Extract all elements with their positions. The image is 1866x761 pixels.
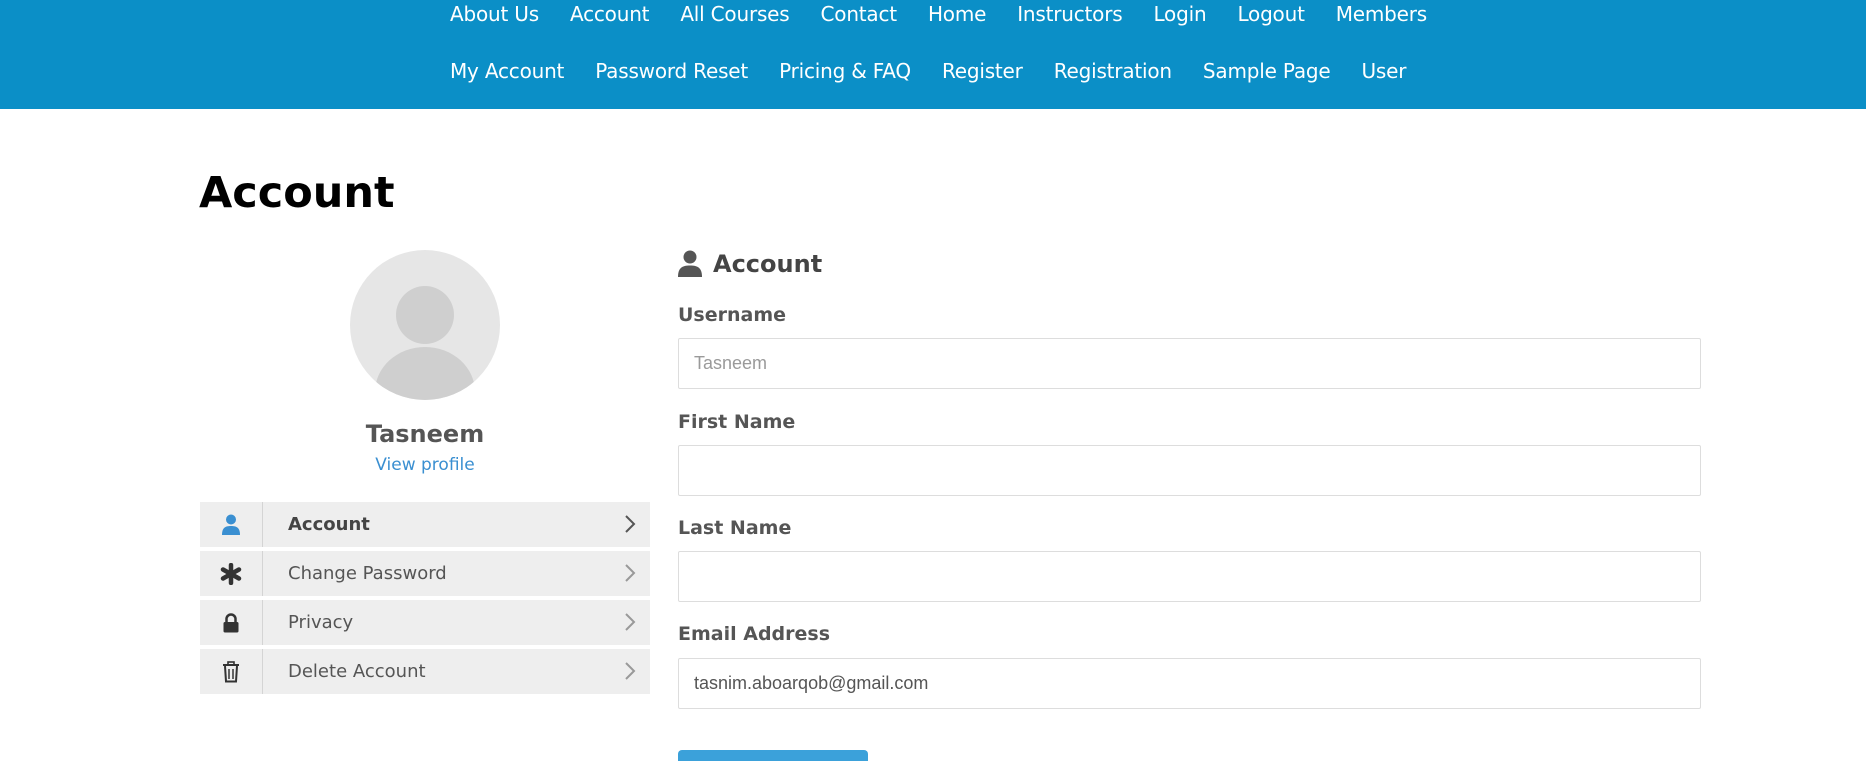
side-menu-item-delete-account[interactable]: Delete Account xyxy=(200,649,650,694)
side-menu-item-account[interactable]: Account xyxy=(200,502,650,547)
user-icon xyxy=(678,250,702,277)
side-menu-label-change-password: Change Password xyxy=(288,563,447,584)
nav-link-password-reset[interactable]: Password Reset xyxy=(595,57,748,85)
nav-link-pricing-faq[interactable]: Pricing & FAQ xyxy=(779,57,911,85)
side-menu-item-privacy[interactable]: Privacy xyxy=(200,600,650,645)
asterisk-icon xyxy=(200,551,263,596)
chevron-right-icon xyxy=(625,515,636,533)
user-icon xyxy=(200,502,263,547)
nav-link-home[interactable]: Home xyxy=(928,0,986,28)
side-menu-item-change-password[interactable]: Change Password xyxy=(200,551,650,596)
form-heading: Account xyxy=(678,250,822,278)
nav-link-register[interactable]: Register xyxy=(942,57,1023,85)
nav-link-account[interactable]: Account xyxy=(570,0,650,28)
account-side-menu: Account Change Password Privacy Delete A… xyxy=(200,502,650,698)
last-name-field[interactable] xyxy=(678,551,1701,602)
first-name-field[interactable] xyxy=(678,445,1701,496)
email-label: Email Address xyxy=(678,623,831,645)
username-field[interactable] xyxy=(678,338,1701,389)
nav-link-sample-page[interactable]: Sample Page xyxy=(1203,57,1331,85)
profile-name: Tasneem xyxy=(365,420,485,448)
username-label: Username xyxy=(678,304,787,326)
last-name-label: Last Name xyxy=(678,517,792,539)
nav-row-1: About Us Account All Courses Contact Hom… xyxy=(450,0,1458,28)
nav-row-2: My Account Password Reset Pricing & FAQ … xyxy=(450,57,1437,85)
avatar-head xyxy=(396,286,454,344)
nav-link-user[interactable]: User xyxy=(1361,57,1406,85)
top-navigation: About Us Account All Courses Contact Hom… xyxy=(0,0,1866,109)
nav-link-contact[interactable]: Contact xyxy=(821,0,898,28)
form-heading-title: Account xyxy=(713,250,823,278)
first-name-label: First Name xyxy=(678,411,796,433)
nav-link-all-courses[interactable]: All Courses xyxy=(680,0,789,28)
chevron-right-icon xyxy=(625,564,636,582)
email-field[interactable] xyxy=(678,658,1701,709)
page-title: Account xyxy=(199,168,395,218)
nav-link-members[interactable]: Members xyxy=(1336,0,1427,28)
side-menu-label-account: Account xyxy=(288,514,370,535)
avatar-body xyxy=(375,347,475,400)
view-profile-link[interactable]: View profile xyxy=(200,455,650,475)
chevron-right-icon xyxy=(625,662,636,680)
lock-icon xyxy=(200,600,263,645)
side-menu-label-delete-account: Delete Account xyxy=(288,661,426,682)
nav-link-registration[interactable]: Registration xyxy=(1054,57,1172,85)
side-menu-label-privacy: Privacy xyxy=(288,612,354,633)
nav-link-instructors[interactable]: Instructors xyxy=(1017,0,1122,28)
update-account-button[interactable] xyxy=(678,750,868,761)
trash-icon xyxy=(200,649,263,694)
chevron-right-icon xyxy=(625,613,636,631)
nav-link-logout[interactable]: Logout xyxy=(1237,0,1304,28)
avatar[interactable] xyxy=(350,250,500,400)
nav-link-login[interactable]: Login xyxy=(1153,0,1206,28)
nav-link-my-account[interactable]: My Account xyxy=(450,57,564,85)
nav-link-about-us[interactable]: About Us xyxy=(450,0,539,28)
